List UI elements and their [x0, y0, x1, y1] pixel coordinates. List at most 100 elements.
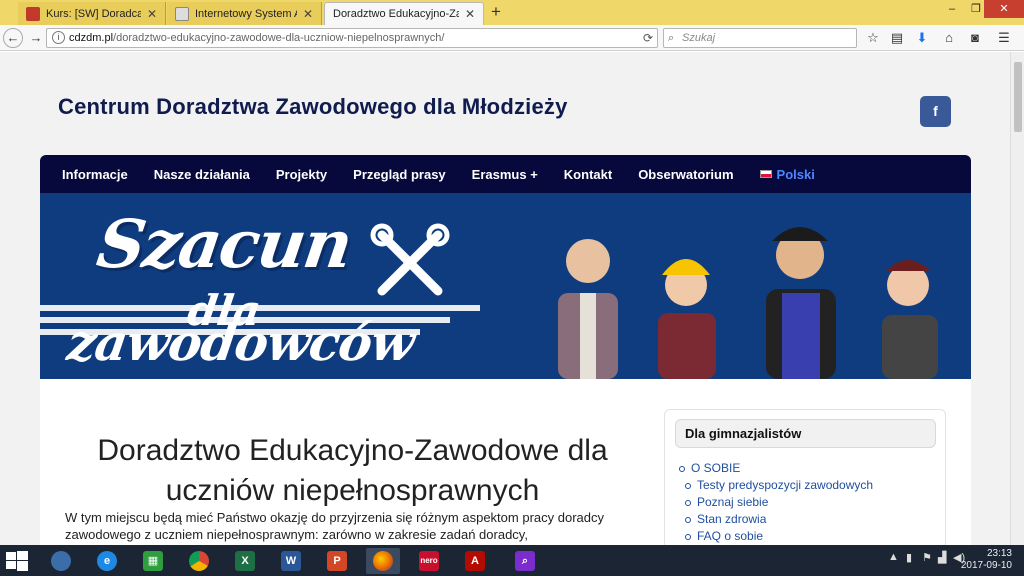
poland-flag-icon	[759, 170, 772, 178]
sidebar-item-faq[interactable]: FAQ o sobie	[679, 528, 873, 545]
menu-icon[interactable]: ☰	[995, 30, 1013, 46]
sidebar-item-testy[interactable]: Testy predyspozycji zawodowych	[679, 477, 873, 494]
sidebar-item-o-sobie[interactable]: O SOBIE	[679, 460, 873, 477]
url-path: /doradztwo-edukacyjno-zawodowe-dla-uczni…	[113, 32, 445, 44]
browser-globe-icon	[51, 551, 71, 571]
download-icon[interactable]: ⬇	[913, 30, 931, 46]
main-content: Doradztwo Edukacyjno-Zawodowe dla ucznió…	[40, 379, 971, 545]
tab-strip: Kurs: [SW] Doradca zawodo ✕ Internetowy …	[0, 0, 1024, 25]
document-icon	[175, 6, 189, 21]
page-scrollbar[interactable]	[1010, 52, 1024, 545]
taskbar-app-nero[interactable]: nero	[412, 548, 446, 574]
url-host: cdzdm.pl	[69, 32, 114, 44]
chrome-icon	[189, 551, 209, 571]
facebook-button[interactable]: f	[920, 96, 951, 127]
search-icon: ⌕	[668, 32, 675, 44]
tray-flag-icon[interactable]: ⚑	[922, 551, 932, 564]
taskbar: e ▦ X W P nero A ⌕ ▲ ▮ ⚑ ▟ ◀) 23:13 2017…	[0, 545, 1024, 576]
close-tab-icon[interactable]: ✕	[303, 7, 313, 21]
taskbar-app-ie[interactable]: e	[90, 548, 124, 574]
tray-network-icon[interactable]: ▟	[938, 551, 946, 564]
tray-battery-icon[interactable]: ▮	[906, 551, 912, 564]
nav-item-nasze-dzialania[interactable]: Nasze działania	[154, 167, 250, 182]
forward-button[interactable]: →	[25, 28, 47, 48]
nav-item-informacje[interactable]: Informacje	[62, 167, 128, 182]
sidebar-item-stan-zdrowia[interactable]: Stan zdrowia	[679, 511, 873, 528]
word-icon: W	[281, 551, 301, 571]
taskbar-app-excel[interactable]: X	[228, 548, 262, 574]
workers-photo	[558, 227, 938, 379]
tab-kurs[interactable]: Kurs: [SW] Doradca zawodo ✕	[18, 2, 166, 25]
nav-item-przeglad-prasy[interactable]: Przegląd prasy	[353, 167, 446, 182]
language-switch[interactable]: Polski	[759, 166, 815, 182]
language-label: Polski	[776, 166, 815, 182]
sidebar-item-poznaj-siebie[interactable]: Poznaj siebie	[679, 494, 873, 511]
main-navigation: Informacje Nasze działania Projekty Prze…	[40, 155, 971, 193]
site-title[interactable]: Centrum Doradztwa Zawodowego dla Młodzie…	[58, 94, 568, 120]
tab-label: Kurs: [SW] Doradca zawodo	[46, 7, 141, 20]
sidebar-item-label: O SOBIE	[691, 461, 741, 475]
windows-start-icon[interactable]	[6, 551, 28, 571]
tab-label: Internetowy System Aktów P	[195, 7, 297, 20]
taskbar-clock[interactable]: 23:13 2017-09-10	[961, 548, 1012, 572]
page-content: Centrum Doradztwa Zawodowego dla Młodzie…	[0, 52, 1010, 545]
banner-logo-line1: Szacun	[92, 205, 356, 283]
internet-explorer-icon: e	[97, 551, 117, 571]
minimize-button[interactable]: –	[940, 0, 964, 18]
acrobat-icon: A	[465, 551, 485, 571]
taskbar-app-1[interactable]	[44, 548, 78, 574]
arrow-left-icon: ←	[6, 30, 20, 45]
taskbar-app-powerpoint[interactable]: P	[320, 548, 354, 574]
taskbar-app-word[interactable]: W	[274, 548, 308, 574]
home-icon[interactable]: ⌂	[940, 30, 958, 46]
sidebar-item-label: Stan zdrowia	[697, 512, 767, 526]
clock-time: 23:13	[986, 548, 1012, 559]
hero-banner: Szacun dla zawodowców	[40, 193, 971, 379]
close-window-button[interactable]: ✕	[984, 0, 1024, 18]
sidebar-widget: Dla gimnazjalistów O SOBIE Testy predysp…	[664, 409, 946, 545]
scrollbar-thumb[interactable]	[1014, 62, 1022, 132]
nav-item-obserwatorium[interactable]: Obserwatorium	[638, 167, 733, 182]
tab-doradztwo[interactable]: Doradztwo Edukacyjno-Zawodo ✕	[324, 2, 484, 25]
close-tab-icon[interactable]: ✕	[465, 7, 475, 21]
bullet-icon	[685, 516, 691, 523]
tray-chevron-icon[interactable]: ▲	[888, 551, 899, 563]
nav-item-erasmus[interactable]: Erasmus +	[472, 167, 538, 182]
wrench-scissors-icon	[370, 223, 450, 296]
clock-date: 2017-09-10	[960, 560, 1012, 571]
excel-icon: X	[235, 551, 255, 571]
search-input[interactable]: ⌕ Szukaj	[663, 28, 857, 48]
sidebar-item-label: Poznaj siebie	[697, 495, 769, 509]
taskbar-app-firefox[interactable]	[366, 548, 400, 574]
url-bar[interactable]: i cdzdm.pl/doradztwo-edukacyjno-zawodowe…	[46, 28, 658, 48]
nero-icon: nero	[419, 551, 439, 571]
star-icon[interactable]: ☆	[864, 30, 882, 46]
bullet-icon	[679, 465, 685, 472]
banner-logo-line3: zawodowców	[63, 313, 418, 372]
magnifier-app-icon: ⌕	[515, 551, 535, 571]
taskbar-app-acrobat[interactable]: A	[458, 548, 492, 574]
nav-item-kontakt[interactable]: Kontakt	[564, 167, 612, 182]
info-icon[interactable]: i	[52, 31, 65, 44]
taskbar-app-search[interactable]: ⌕	[508, 548, 542, 574]
navigation-bar: ← → i cdzdm.pl/doradztwo-edukacyjno-zawo…	[0, 25, 1024, 51]
bullet-icon	[685, 482, 691, 489]
tab-isap[interactable]: Internetowy System Aktów P ✕	[167, 2, 322, 25]
reload-icon[interactable]: ⟳	[643, 29, 653, 47]
nav-item-projekty[interactable]: Projekty	[276, 167, 327, 182]
moodle-icon	[26, 6, 40, 21]
article-title: Doradztwo Edukacyjno-Zawodowe dla ucznió…	[97, 434, 608, 508]
search-placeholder: Szukaj	[682, 32, 716, 44]
powerpoint-icon: P	[327, 551, 347, 571]
article-text: W tym miejscu będą mieć Państwo okazję d…	[65, 510, 604, 542]
taskbar-app-store[interactable]: ▦	[136, 548, 170, 574]
close-tab-icon[interactable]: ✕	[147, 7, 157, 21]
firefox-icon	[373, 551, 393, 571]
sidebar-heading: Dla gimnazjalistów	[675, 419, 936, 448]
new-tab-button[interactable]: +	[486, 3, 506, 23]
back-button[interactable]: ←	[3, 28, 23, 48]
store-icon: ▦	[143, 551, 163, 571]
clipboard-icon[interactable]: ▤	[888, 30, 906, 46]
pocket-icon[interactable]: ◙	[966, 30, 984, 46]
taskbar-app-chrome[interactable]	[182, 548, 216, 574]
